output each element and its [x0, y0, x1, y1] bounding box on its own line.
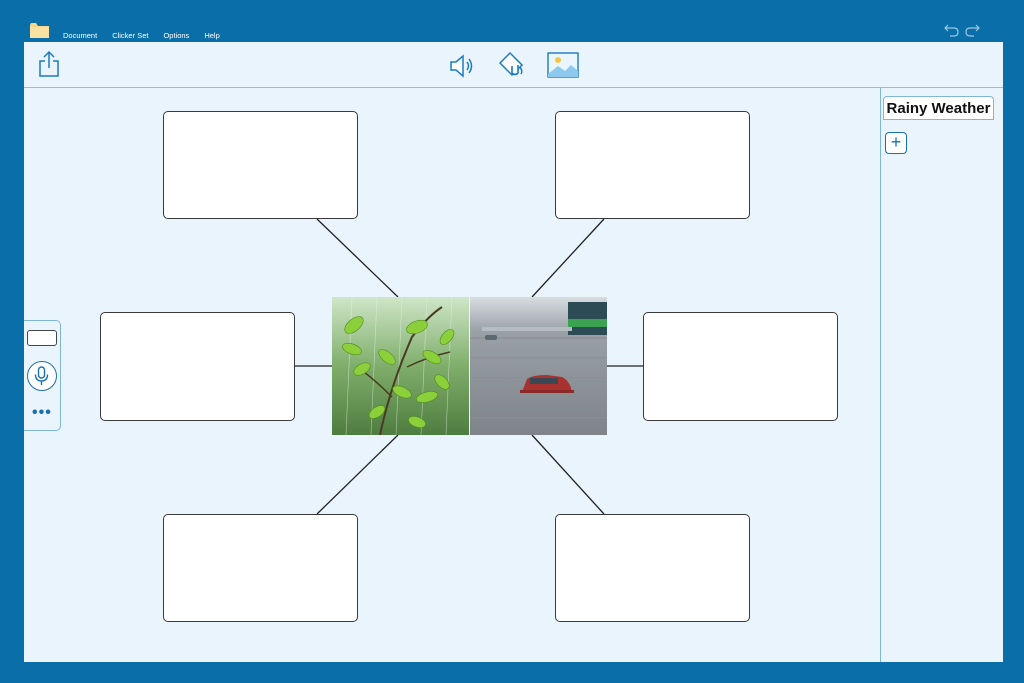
- share-button[interactable]: [38, 50, 60, 78]
- menu-bar: Document Clicker Set Options Help: [0, 0, 1024, 42]
- clicker-set-panel: Rainy Weather +: [880, 88, 1003, 662]
- microphone-icon: [34, 366, 49, 385]
- microphone-button[interactable]: [27, 361, 57, 391]
- menu-items: Document Clicker Set Options Help: [63, 31, 235, 40]
- mind-map-box-middle-left[interactable]: [100, 312, 295, 421]
- paint-bucket-icon: [498, 51, 524, 77]
- connector-top-right: [531, 218, 605, 298]
- mind-map-box-middle-right[interactable]: [643, 312, 838, 421]
- mind-map-box-top-right[interactable]: [555, 111, 750, 219]
- add-cell-button[interactable]: +: [885, 132, 907, 154]
- set-title-tab[interactable]: Rainy Weather: [883, 96, 994, 120]
- picture-button[interactable]: [547, 52, 579, 78]
- plus-icon: +: [890, 132, 902, 152]
- mind-map-box-top-left[interactable]: [163, 111, 358, 219]
- undo-icon[interactable]: [944, 22, 959, 37]
- mind-map-canvas: [24, 88, 880, 662]
- workspace: Rainy Weather +: [24, 87, 1003, 662]
- mind-map-box-bottom-left[interactable]: [163, 514, 358, 622]
- connector-top-left: [316, 218, 399, 298]
- menu-document[interactable]: Document: [63, 31, 97, 40]
- redo-icon[interactable]: [965, 22, 980, 37]
- share-icon: [39, 50, 59, 77]
- menu-help[interactable]: Help: [204, 31, 219, 40]
- side-tools-panel: •••: [24, 320, 61, 431]
- toolbar: [24, 42, 1003, 87]
- mind-map-box-bottom-right[interactable]: [555, 514, 750, 622]
- connector-bottom-left: [316, 434, 399, 515]
- folder-icon[interactable]: [30, 23, 49, 38]
- rainy-weather-image[interactable]: [332, 297, 607, 435]
- text-entry-field[interactable]: [27, 330, 57, 346]
- more-icon[interactable]: •••: [32, 404, 52, 422]
- menu-options[interactable]: Options: [163, 31, 189, 40]
- speech-button[interactable]: [449, 53, 475, 79]
- menu-clicker-set[interactable]: Clicker Set: [112, 31, 148, 40]
- picture-icon: [547, 52, 579, 78]
- fill-button[interactable]: [496, 49, 526, 79]
- speaker-icon: [450, 54, 473, 78]
- undo-redo-group: [944, 22, 980, 37]
- connector-bottom-right: [531, 434, 605, 515]
